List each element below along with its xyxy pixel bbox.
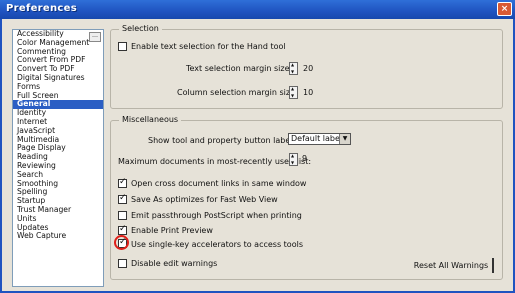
single-key-accelerators-label: Use single-key accelerators to access to…	[131, 240, 303, 249]
miscellaneous-group-title: Miscellaneous	[119, 115, 182, 124]
reset-all-warnings-button[interactable]: Reset All Warnings	[410, 258, 494, 273]
disable-edit-warnings-checkbox[interactable]	[118, 259, 127, 268]
category-list[interactable]: … Accessibility Color Management Comment…	[12, 29, 104, 287]
selection-group-title: Selection	[119, 24, 162, 33]
tool-labels-dropdown[interactable]: Default labels ▼	[288, 133, 351, 145]
column-margin-label: Column selection margin size:	[177, 88, 298, 97]
category-item[interactable]: Web Capture	[13, 232, 103, 241]
text-margin-label: Text selection margin size:	[186, 64, 293, 73]
max-documents-value[interactable]: 9	[302, 154, 307, 163]
emit-postscript-label: Emit passthrough PostScript when printin…	[131, 211, 302, 220]
open-cross-links-label: Open cross document links in same window	[131, 179, 307, 188]
window-title: Preferences	[6, 3, 77, 14]
column-margin-value[interactable]: 10	[303, 88, 313, 97]
disable-edit-warnings-label: Disable edit warnings	[131, 259, 218, 268]
emit-postscript-checkbox[interactable]	[118, 211, 127, 220]
close-button[interactable]: ×	[497, 2, 512, 16]
column-margin-stepper[interactable]	[289, 86, 298, 99]
tool-labels-value: Default labels	[291, 134, 347, 143]
fast-web-view-label: Save As optimizes for Fast Web View	[131, 195, 278, 204]
highlight-circle	[114, 235, 129, 250]
show-tool-labels-label: Show tool and property button labels:	[148, 136, 300, 145]
max-documents-label: Maximum documents in most-recently used …	[118, 157, 312, 166]
enable-text-selection-checkbox[interactable]	[118, 42, 127, 51]
print-preview-label: Enable Print Preview	[131, 226, 213, 235]
title-bar: Preferences ×	[0, 0, 515, 19]
print-preview-checkbox[interactable]	[118, 224, 127, 235]
chevron-down-icon: ▼	[339, 134, 350, 144]
open-cross-links-checkbox[interactable]	[118, 177, 127, 188]
enable-text-selection-label: Enable text selection for the Hand tool	[131, 42, 286, 51]
text-margin-value[interactable]: 20	[303, 64, 313, 73]
max-documents-stepper[interactable]	[289, 153, 298, 166]
fast-web-view-checkbox[interactable]	[118, 193, 127, 204]
text-margin-stepper[interactable]	[289, 62, 298, 75]
